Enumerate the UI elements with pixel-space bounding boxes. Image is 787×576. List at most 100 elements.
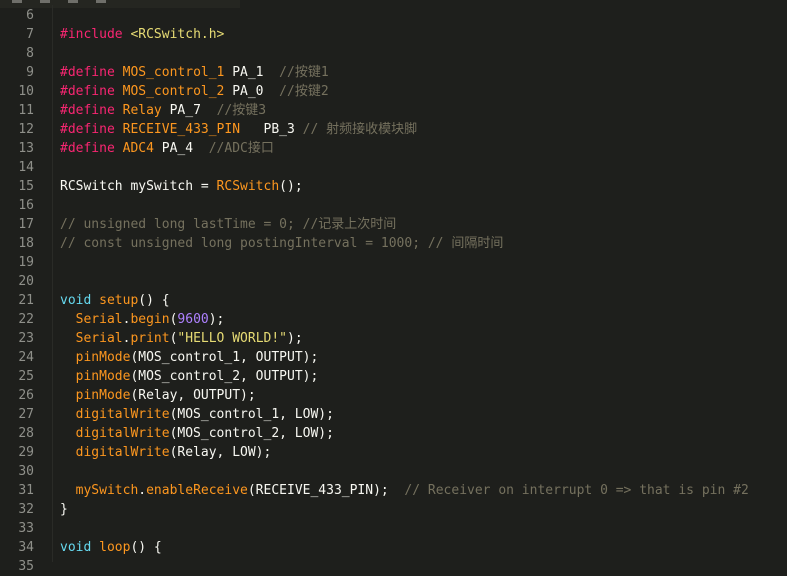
code-line[interactable]: 33 (0, 519, 787, 538)
line-number: 28 (18, 426, 34, 441)
code-line[interactable]: 25 pinMode(MOS_control_2, OUTPUT); (0, 367, 787, 386)
code-line[interactable]: 23 Serial.print("HELLO WORLD!"); (0, 329, 787, 348)
code-text: void loop() { (60, 538, 162, 557)
code-line[interactable]: 9 #define MOS_control_1 PA_1 //按键1 (0, 63, 787, 82)
code-line[interactable]: 32} (0, 500, 787, 519)
code-token: PA_1 (224, 65, 280, 80)
code-line[interactable]: 13 #define ADC4 PA_4 //ADC接口 (0, 139, 787, 158)
line-number: 19 (18, 255, 34, 270)
code-token: // 射频接收模块脚 (302, 122, 418, 137)
line-number: 33 (18, 521, 34, 536)
code-line[interactable]: 34 void loop() { (0, 538, 787, 557)
code-line[interactable]: 18 // const unsigned long postingInterval… (0, 234, 787, 253)
code-token: MOS_control_2 (122, 84, 225, 99)
code-text: digitalWrite(Relay, LOW); (60, 443, 272, 462)
code-line[interactable]: 11 #define Relay PA_7 //按键3 (0, 101, 787, 120)
code-token: // Receiver on interrupt 0 => that is pi… (404, 483, 749, 498)
line-number: 22 (18, 312, 34, 327)
code-text: Serial.print("HELLO WORLD!"); (60, 329, 303, 348)
code-token: "HELLO WORLD!" (177, 331, 287, 346)
code-token: PB_3 (240, 122, 303, 137)
code-token: (MOS_control_2, LOW); (169, 426, 334, 441)
code-token: 9600 (177, 312, 209, 327)
code-line[interactable]: 24 pinMode(MOS_control_1, OUTPUT); (0, 348, 787, 367)
code-line[interactable]: 12 #define RECEIVE_433_PIN PB_3 // 射频接收模块… (0, 120, 787, 139)
code-token: ); (208, 312, 225, 327)
code-line[interactable]: 30 (0, 462, 787, 481)
line-number: 34 (18, 540, 34, 555)
code-line[interactable]: 10 #define MOS_control_2 PA_0 //按键2 (0, 82, 787, 101)
code-line[interactable]: 26 pinMode(Relay, OUTPUT); (0, 386, 787, 405)
code-token: void (60, 540, 92, 555)
line-number: 18 (18, 236, 34, 251)
line-number: 7 (26, 27, 34, 42)
line-number: 21 (18, 293, 34, 308)
code-editor[interactable]: 6 7 #include <RCSwitch.h> 8 9 #define MOS_con… (0, 5, 787, 574)
code-line[interactable]: 16 (0, 196, 787, 215)
code-text: #define Relay PA_7 //按键3 (60, 101, 266, 120)
code-line[interactable]: 27 digitalWrite(MOS_control_1, LOW); (0, 405, 787, 424)
line-number: 31 (18, 483, 34, 498)
code-token: //按键1 (279, 65, 329, 80)
code-line[interactable]: 7 #include <RCSwitch.h> (0, 25, 787, 44)
line-number: 6 (26, 8, 34, 23)
code-token: mySwitch (75, 483, 139, 498)
code-line[interactable]: 8 (0, 44, 787, 63)
code-token: ); (287, 331, 303, 346)
code-line[interactable]: 31 mySwitch.enableReceive(RECEIVE_433_PI… (0, 481, 787, 500)
code-line[interactable]: 21 void setup() { (0, 291, 787, 310)
code-line[interactable]: 35 (0, 557, 787, 576)
line-number: 20 (18, 274, 34, 289)
code-token: PA_7 (161, 103, 217, 118)
code-text: RCSwitch mySwitch = RCSwitch(); (60, 177, 303, 196)
code-token: #define (60, 103, 115, 118)
code-line[interactable]: 20 (0, 272, 787, 291)
code-token: // unsigned long lastTime = 0; //记录上次时间 (60, 217, 397, 232)
code-token: Relay (122, 103, 162, 118)
code-token: enableReceive (146, 483, 248, 498)
code-token: (MOS_control_1, LOW); (169, 407, 334, 422)
code-token: pinMode (75, 369, 131, 384)
line-number: 9 (26, 65, 34, 80)
code-text: } (60, 500, 68, 519)
code-line[interactable]: 14 (0, 158, 787, 177)
line-number: 32 (18, 502, 34, 517)
tab-indicators (12, 0, 106, 3)
code-token: } (60, 502, 68, 517)
code-text: #define ADC4 PA_4 //ADC接口 (60, 139, 274, 158)
code-text: digitalWrite(MOS_control_1, LOW); (60, 405, 334, 424)
line-number: 15 (18, 179, 34, 194)
code-line[interactable]: 22 Serial.begin(9600); (0, 310, 787, 329)
line-number: 16 (18, 198, 34, 213)
code-line[interactable]: 17 // unsigned long lastTime = 0; //记录上次时… (0, 215, 787, 234)
line-number: 29 (18, 445, 34, 460)
code-line[interactable]: 29 digitalWrite(Relay, LOW); (0, 443, 787, 462)
code-line[interactable]: 28 digitalWrite(MOS_control_2, LOW); (0, 424, 787, 443)
line-number: 13 (18, 141, 34, 156)
code-line[interactable]: 19 (0, 253, 787, 272)
code-text: #define RECEIVE_433_PIN PB_3 // 射频接收模块脚 (60, 120, 417, 139)
line-number: 12 (18, 122, 34, 137)
code-token: (RECEIVE_433_PIN); (247, 483, 405, 498)
line-number: 27 (18, 407, 34, 422)
line-number: 35 (18, 559, 34, 574)
code-token: digitalWrite (75, 426, 170, 441)
code-text: pinMode(MOS_control_1, OUTPUT); (60, 348, 319, 367)
code-line[interactable]: 6 (0, 6, 787, 25)
code-token: . (138, 483, 147, 498)
code-text: pinMode(MOS_control_2, OUTPUT); (60, 367, 319, 386)
code-text: #include <RCSwitch.h> (60, 25, 224, 44)
code-token: print (130, 331, 170, 346)
code-line[interactable]: 15 RCSwitch mySwitch = RCSwitch(); (0, 177, 787, 196)
code-token: #include (60, 27, 123, 42)
code-text: void setup() { (60, 291, 170, 310)
code-token: digitalWrite (75, 407, 170, 422)
line-number: 25 (18, 369, 34, 384)
code-token: begin (130, 312, 170, 327)
line-number: 23 (18, 331, 34, 346)
code-text: #define MOS_control_2 PA_0 //按键2 (60, 82, 329, 101)
